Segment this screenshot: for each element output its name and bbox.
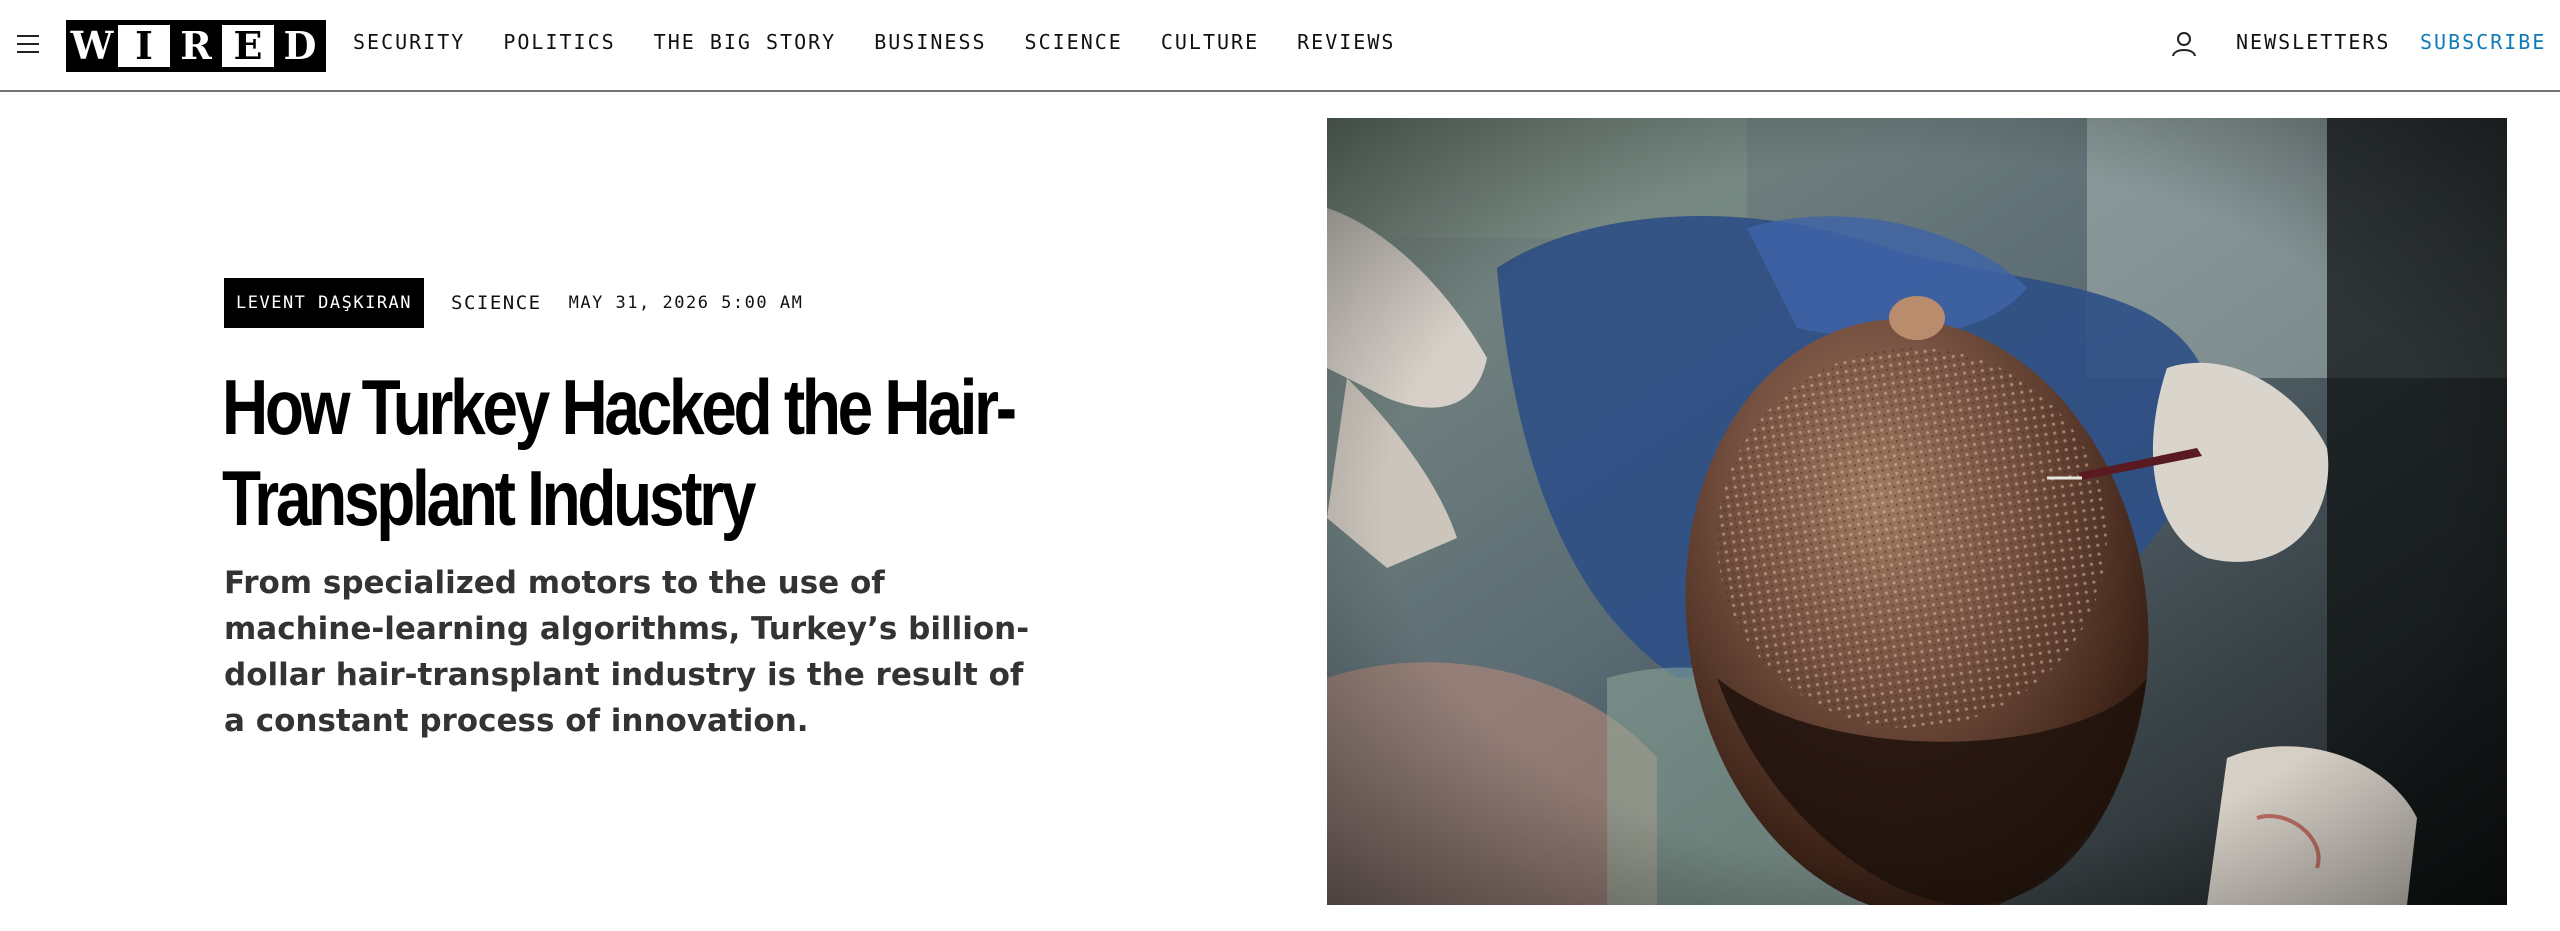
nav-item-the-big-story[interactable]: THE BIG STORY bbox=[654, 30, 837, 54]
logo-letter: R bbox=[170, 20, 222, 72]
subscribe-link[interactable]: SUBSCRIBE bbox=[2420, 30, 2546, 54]
logo-letter: I bbox=[118, 20, 170, 72]
article-meta: LEVENT DAŞKIRAN SCIENCE MAY 31, 2026 5:0… bbox=[224, 278, 803, 328]
nav-item-politics[interactable]: POLITICS bbox=[503, 30, 615, 54]
nav-item-business[interactable]: BUSINESS bbox=[874, 30, 986, 54]
wired-logo[interactable]: W I R E D bbox=[66, 20, 326, 72]
section-link[interactable]: SCIENCE bbox=[451, 292, 542, 314]
article-dek: From specialized motors to the use of ma… bbox=[224, 565, 1030, 739]
main-nav: SECURITY POLITICS THE BIG STORY BUSINESS… bbox=[353, 30, 1433, 54]
publish-date: MAY 31, 2026 5:00 AM bbox=[568, 293, 804, 313]
site-header: W I R E D SECURITY POLITICS THE BIG STOR… bbox=[0, 0, 2560, 92]
nav-item-security[interactable]: SECURITY bbox=[353, 30, 465, 54]
article-headline: How Turkey Hacked the Hair-Transplant In… bbox=[222, 363, 1017, 542]
logo-letter: E bbox=[222, 20, 274, 72]
newsletters-link[interactable]: NEWSLETTERS bbox=[2236, 30, 2390, 54]
logo-letter: D bbox=[274, 20, 326, 72]
author-byline[interactable]: LEVENT DAŞKIRAN bbox=[224, 278, 425, 328]
user-account-icon[interactable] bbox=[2172, 31, 2196, 57]
logo-letter: W bbox=[66, 20, 118, 72]
nav-item-reviews[interactable]: REVIEWS bbox=[1297, 30, 1395, 54]
nav-item-science[interactable]: SCIENCE bbox=[1025, 30, 1123, 54]
hamburger-menu-icon[interactable] bbox=[17, 33, 39, 55]
lead-photo bbox=[1327, 118, 2507, 905]
nav-item-culture[interactable]: CULTURE bbox=[1161, 30, 1259, 54]
